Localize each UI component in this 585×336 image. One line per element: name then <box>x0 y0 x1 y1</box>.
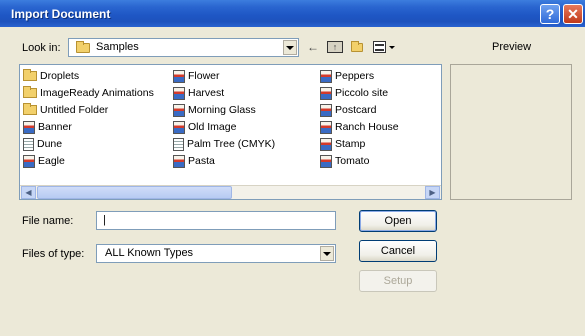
list-item[interactable]: Tomato <box>320 153 369 169</box>
title-bar: Import Document ? ✕ <box>0 0 585 27</box>
image-file-icon <box>173 69 185 83</box>
chevron-down-icon[interactable] <box>283 40 297 55</box>
image-file-icon <box>320 103 332 117</box>
close-button[interactable]: ✕ <box>563 4 583 24</box>
open-button[interactable]: Open <box>359 210 437 232</box>
image-file-icon <box>173 120 185 134</box>
scroll-left-button[interactable]: ◀ <box>21 186 36 199</box>
list-item[interactable]: Harvest <box>173 85 224 101</box>
file-type-label: Files of type: <box>22 248 85 260</box>
list-item[interactable]: Flower <box>173 68 220 84</box>
chevron-down-icon[interactable] <box>320 246 334 261</box>
list-item[interactable]: Morning Glass <box>173 102 256 118</box>
image-file-icon <box>173 154 185 168</box>
horizontal-scrollbar[interactable]: ◀ ▶ <box>20 185 441 199</box>
look-in-value: Samples <box>96 41 139 53</box>
folder-icon <box>23 69 37 81</box>
image-file-icon <box>320 69 332 83</box>
window-title: Import Document <box>11 7 111 21</box>
image-file-icon <box>23 120 35 134</box>
back-arrow-icon[interactable]: ← <box>306 40 320 54</box>
list-item[interactable]: Banner <box>23 119 72 135</box>
scrollbar-thumb[interactable] <box>37 186 232 199</box>
file-type-value: ALL Known Types <box>105 247 194 259</box>
document-file-icon <box>23 137 34 151</box>
image-file-icon <box>320 137 332 151</box>
list-item[interactable]: Palm Tree (CMYK) <box>173 136 275 152</box>
look-in-label: Look in: <box>22 42 61 54</box>
file-name-value: | <box>103 214 106 226</box>
list-item[interactable]: ImageReady Animations <box>23 85 154 101</box>
list-item[interactable]: Untitled Folder <box>23 102 108 118</box>
image-file-icon <box>320 154 332 168</box>
image-file-icon <box>320 120 332 134</box>
folder-icon <box>76 41 90 53</box>
list-item[interactable]: Eagle <box>23 153 65 169</box>
view-dropdown-arrow[interactable] <box>388 40 396 54</box>
up-folder-icon[interactable]: ↑ <box>327 41 343 53</box>
setup-button[interactable]: Setup <box>359 270 437 292</box>
preview-label: Preview <box>492 41 532 53</box>
help-button[interactable]: ? <box>540 4 560 24</box>
cancel-button[interactable]: Cancel <box>359 240 437 262</box>
look-in-dropdown[interactable]: Samples <box>68 38 299 57</box>
image-file-icon <box>23 154 35 168</box>
file-list[interactable]: Droplets ImageReady Animations Untitled … <box>19 64 442 200</box>
list-item[interactable]: Pasta <box>173 153 215 169</box>
file-name-label: File name: <box>22 215 74 227</box>
folder-icon <box>23 86 37 98</box>
image-file-icon <box>320 86 332 100</box>
file-name-input[interactable]: | <box>96 211 336 230</box>
list-item[interactable]: Old Image <box>173 119 236 135</box>
preview-pane <box>450 64 572 200</box>
list-item[interactable]: Dune <box>23 136 62 152</box>
image-file-icon <box>173 86 185 100</box>
new-folder-icon[interactable] <box>349 40 365 54</box>
folder-icon <box>23 103 37 115</box>
list-item[interactable]: Postcard <box>320 102 376 118</box>
list-item[interactable]: Droplets <box>23 68 79 84</box>
list-item[interactable]: Ranch House <box>320 119 399 135</box>
scroll-right-button[interactable]: ▶ <box>425 186 440 199</box>
image-file-icon <box>173 103 185 117</box>
view-menu-icon[interactable] <box>373 41 386 53</box>
document-file-icon <box>173 137 184 151</box>
list-item[interactable]: Stamp <box>320 136 365 152</box>
file-type-dropdown[interactable]: ALL Known Types <box>96 244 336 263</box>
list-item[interactable]: Piccolo site <box>320 85 388 101</box>
list-item[interactable]: Peppers <box>320 68 374 84</box>
